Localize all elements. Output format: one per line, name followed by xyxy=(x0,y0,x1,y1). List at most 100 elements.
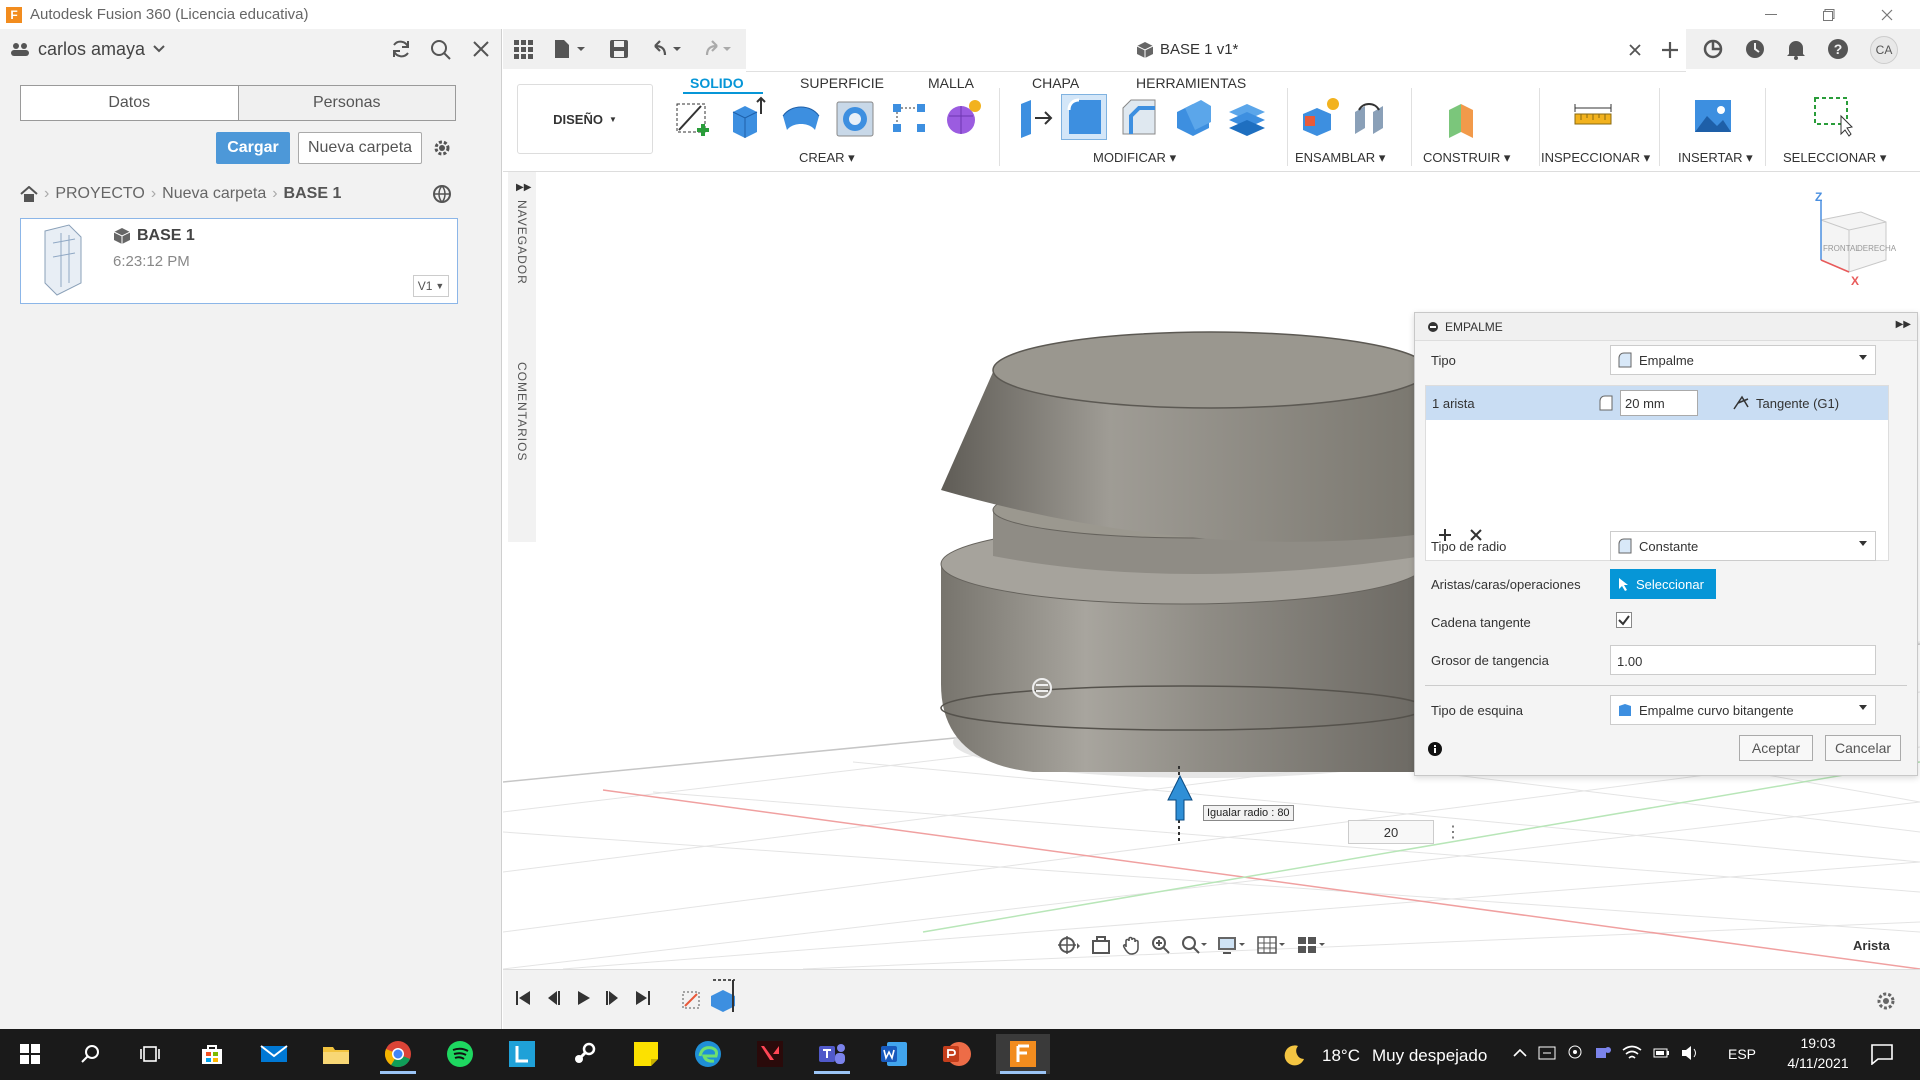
edge-radius-input[interactable]: 20 mm xyxy=(1620,390,1698,416)
press-pull-icon[interactable] xyxy=(1013,94,1057,138)
file-explorer-icon[interactable] xyxy=(314,1034,358,1074)
upload-button[interactable]: Cargar xyxy=(216,132,290,164)
navigator-label[interactable]: NAVEGADOR xyxy=(515,200,529,285)
edge-icon[interactable] xyxy=(686,1034,730,1074)
chrome-icon[interactable] xyxy=(376,1034,420,1074)
select-icon[interactable] xyxy=(1811,94,1855,138)
tab-solid[interactable]: SOLIDO xyxy=(690,75,744,91)
refresh-icon[interactable] xyxy=(390,39,412,59)
team-icon[interactable] xyxy=(10,41,30,57)
step-forward-icon[interactable] xyxy=(605,990,621,1006)
mail-icon[interactable] xyxy=(252,1034,296,1074)
fusion-360-taskbar-icon[interactable] xyxy=(996,1034,1050,1074)
extensions-icon[interactable] xyxy=(1702,38,1724,60)
gear-icon[interactable] xyxy=(432,138,452,158)
offset-plane-icon[interactable] xyxy=(1441,94,1485,138)
save-icon[interactable] xyxy=(609,39,629,59)
zoom-icon[interactable] xyxy=(1151,935,1171,955)
file-menu-icon[interactable] xyxy=(553,39,587,59)
input-language[interactable]: ESP xyxy=(1728,1046,1756,1062)
right-face-label[interactable]: DERECHA xyxy=(1857,244,1896,253)
front-face-label[interactable]: FRONTAL xyxy=(1823,244,1860,253)
timeline-extrude-icon[interactable] xyxy=(709,978,739,1012)
view-cube[interactable]: Z X FRONTAL DERECHA xyxy=(1801,190,1901,290)
zoom-window-icon[interactable] xyxy=(1181,935,1207,955)
fillet-icon[interactable] xyxy=(1063,94,1107,138)
create-sketch-icon[interactable] xyxy=(673,94,717,138)
go-to-start-icon[interactable] xyxy=(515,990,531,1006)
tab-tools[interactable]: HERRAMIENTAS xyxy=(1136,75,1246,91)
new-tab-icon[interactable] xyxy=(1660,40,1680,60)
start-button[interactable] xyxy=(8,1034,52,1074)
select-edges-button[interactable]: Seleccionar xyxy=(1610,569,1716,599)
action-center-icon[interactable] xyxy=(1870,1043,1894,1065)
tab-mesh[interactable]: MALLA xyxy=(928,75,974,91)
new-folder-button[interactable]: Nueva carpeta xyxy=(298,132,422,164)
network-icon[interactable] xyxy=(1622,1044,1642,1062)
tab-people[interactable]: Personas xyxy=(237,86,455,120)
minimize-dialog-icon[interactable] xyxy=(1427,321,1439,333)
undo-icon[interactable] xyxy=(651,39,685,59)
steam-icon[interactable] xyxy=(562,1034,606,1074)
combine-icon[interactable] xyxy=(1225,94,1269,138)
group-construct[interactable]: CONSTRUIR ▾ xyxy=(1423,150,1510,166)
orbit-icon[interactable] xyxy=(1057,935,1081,955)
expand-icon[interactable]: ▶▶ xyxy=(516,182,531,193)
webcam-icon[interactable] xyxy=(1566,1044,1584,1062)
group-select[interactable]: SELECCIONAR ▾ xyxy=(1783,150,1886,166)
hole-icon[interactable] xyxy=(833,94,877,138)
weather-temp[interactable]: 18°C xyxy=(1322,1046,1360,1066)
group-modify[interactable]: MODIFICAR ▾ xyxy=(1093,150,1176,166)
insert-image-icon[interactable] xyxy=(1691,94,1735,138)
edge-row[interactable]: 1 arista 20 mm Tangente (G1) xyxy=(1426,386,1888,420)
radius-value-input[interactable]: 20 xyxy=(1348,820,1434,844)
job-status-icon[interactable] xyxy=(1744,38,1766,60)
timeline-settings-icon[interactable] xyxy=(1875,990,1897,1012)
powerpoint-icon[interactable] xyxy=(934,1034,978,1074)
info-icon[interactable] xyxy=(1427,741,1443,757)
breadcrumb-project[interactable]: PROYECTO xyxy=(55,185,145,203)
clock-time[interactable]: 19:03 xyxy=(1790,1035,1846,1051)
volume-icon[interactable] xyxy=(1680,1044,1700,1062)
weather-moon-icon[interactable] xyxy=(1282,1043,1306,1067)
launcher-icon[interactable] xyxy=(500,1034,544,1074)
battery-icon[interactable] xyxy=(1652,1044,1670,1062)
sticky-notes-icon[interactable] xyxy=(624,1034,668,1074)
pan-icon[interactable] xyxy=(1121,935,1141,955)
store-icon[interactable] xyxy=(190,1034,234,1074)
help-icon[interactable]: ? xyxy=(1827,38,1849,60)
notifications-icon[interactable] xyxy=(1786,38,1806,60)
type-dropdown[interactable]: Empalme xyxy=(1610,345,1876,375)
close-tab-icon[interactable] xyxy=(1628,43,1642,57)
comments-label[interactable]: COMENTARIOS xyxy=(515,362,529,461)
user-name[interactable]: carlos amaya xyxy=(38,39,145,60)
measure-icon[interactable] xyxy=(1571,94,1615,138)
workspace-dropdown[interactable]: DISEÑO ▼ xyxy=(517,84,653,154)
new-component-icon[interactable] xyxy=(1297,94,1341,138)
form-icon[interactable] xyxy=(941,94,985,138)
display-settings-icon[interactable] xyxy=(1217,935,1247,955)
tray-app-icon[interactable] xyxy=(1538,1044,1556,1062)
tab-data[interactable]: Datos xyxy=(21,86,238,120)
timeline-sketch-icon[interactable] xyxy=(681,988,703,1010)
expand-dialog-icon[interactable]: ▶▶ xyxy=(1896,319,1911,330)
clock-date[interactable]: 4/11/2021 xyxy=(1780,1055,1856,1071)
word-icon[interactable] xyxy=(872,1034,916,1074)
home-icon[interactable] xyxy=(20,186,38,202)
search-icon[interactable] xyxy=(68,1034,112,1074)
tangency-weight-input[interactable]: 1.00 xyxy=(1610,645,1876,675)
chamfer-icon[interactable] xyxy=(1117,94,1161,138)
search-icon[interactable] xyxy=(430,39,452,61)
document-tab[interactable]: BASE 1 v1* xyxy=(746,29,1686,72)
weather-text[interactable]: Muy despejado xyxy=(1372,1046,1487,1066)
grid-settings-icon[interactable] xyxy=(1257,935,1287,955)
ok-button[interactable]: Aceptar xyxy=(1739,735,1813,761)
close-window-button[interactable] xyxy=(1858,0,1916,29)
corner-type-dropdown[interactable]: Empalme curvo bitangente xyxy=(1610,695,1876,725)
chevron-up-icon[interactable] xyxy=(1512,1045,1528,1061)
go-to-end-icon[interactable] xyxy=(635,990,651,1006)
step-back-icon[interactable] xyxy=(545,990,561,1006)
continuity-value[interactable]: Tangente (G1) xyxy=(1756,396,1839,411)
group-create[interactable]: CREAR ▾ xyxy=(799,150,855,166)
radius-type-dropdown[interactable]: Constante xyxy=(1610,531,1876,561)
